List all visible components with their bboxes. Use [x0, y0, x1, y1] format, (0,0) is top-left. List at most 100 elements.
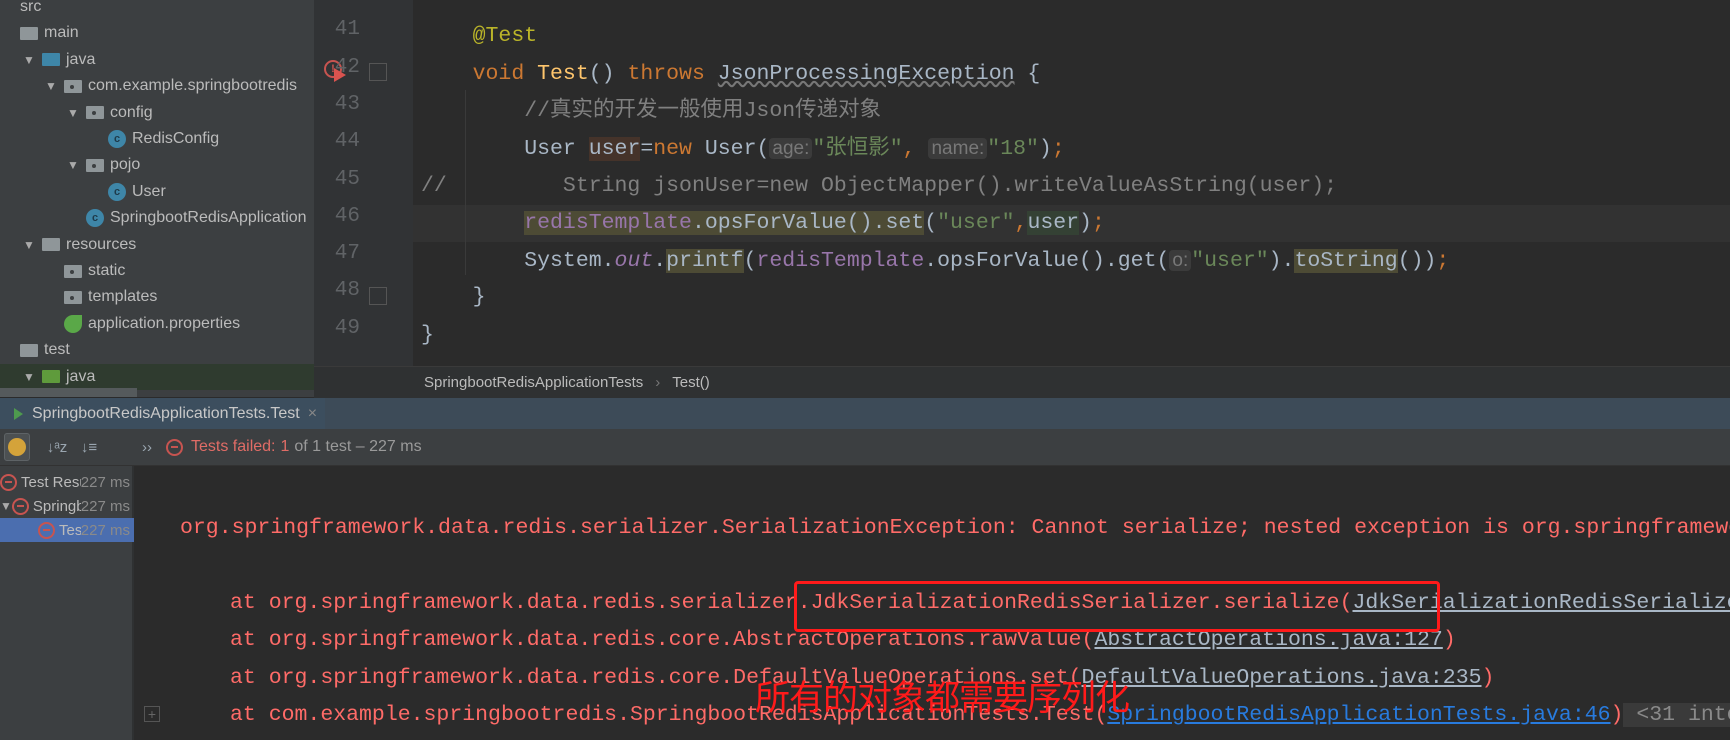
stack-frame-end: ) — [1442, 628, 1456, 653]
test-tree-item[interactable]: ▼ SpringbootRedisApplicationTests227 ms — [0, 494, 134, 518]
code-token: user — [588, 137, 641, 162]
parameter-hint: name: — [928, 138, 988, 160]
fold-icon[interactable] — [369, 63, 387, 81]
code-token: JsonProcessingException — [717, 61, 1015, 86]
run-config-icon — [14, 407, 24, 420]
expand-arrow-icon[interactable]: ▼ — [66, 106, 80, 120]
line-number: 44 — [334, 130, 360, 154]
tree-item[interactable]: ▼ java — [0, 47, 314, 73]
tree-item[interactable]: templates — [0, 284, 314, 310]
tree-item[interactable]: test — [0, 337, 314, 363]
test-duration: 227 ms — [80, 497, 130, 515]
code-line: //真实的开发一般使用Json传递对象 — [413, 93, 1730, 130]
code-line: } — [413, 279, 1730, 316]
tree-item[interactable]: static — [0, 258, 314, 284]
code-token: User — [421, 137, 589, 162]
code-line: User user=new User(age: "张恒影", name: "18")… — [413, 130, 1730, 167]
test-tree-item[interactable]: Test227 ms — [0, 518, 134, 542]
expand-arrow-icon[interactable]: ▼ — [0, 499, 12, 513]
code-editor[interactable]: @Test void Test() throws JsonProcessingE… — [413, 0, 1730, 366]
breadcrumb-class[interactable]: SpringbootRedisApplicationTests — [424, 374, 643, 391]
show-passed-toggle-icon[interactable] — [4, 433, 30, 461]
parameter-hint: o: — [1169, 250, 1192, 272]
code-token: .opsForValue().get( — [924, 249, 1170, 274]
tree-item-label: java — [66, 367, 96, 385]
tree-item[interactable]: c SpringbootRedisApplication — [0, 205, 314, 231]
code-token: , — [1014, 210, 1028, 235]
expand-arrow-icon[interactable]: ▼ — [22, 238, 36, 252]
expand-stack-icon[interactable]: + — [144, 706, 160, 722]
code-line: @Test — [413, 18, 1730, 55]
tree-item[interactable]: application.properties — [0, 311, 314, 337]
tree-item[interactable]: c RedisConfig — [0, 126, 314, 152]
tree-item[interactable]: ▼ config — [0, 100, 314, 126]
run-tab-label: SpringbootRedisApplicationTests.Test — [32, 404, 300, 422]
tests-failed-icon — [166, 438, 183, 456]
tree-item-label: templates — [88, 288, 158, 306]
close-tab-icon[interactable]: × — [308, 405, 317, 423]
stack-frame-end: ) — [1610, 702, 1624, 727]
code-token: ) — [1079, 210, 1092, 235]
sort-by-duration-icon[interactable]: ↓≡ — [76, 433, 102, 461]
run-tab[interactable]: SpringbootRedisApplicationTests.Test × — [0, 398, 325, 429]
fold-icon[interactable] — [369, 287, 387, 305]
code-token: System. — [421, 249, 615, 274]
tree-item[interactable]: ▼ java — [0, 363, 314, 390]
package-icon — [86, 106, 104, 120]
expand-arrow-icon[interactable]: ▼ — [66, 158, 80, 172]
exception-message: org.springframework.data.redis.serialize… — [180, 516, 1730, 540]
tree-item-label: RedisConfig — [132, 130, 220, 147]
code-token: "张恒影" — [812, 137, 903, 162]
code-token: , — [902, 137, 929, 162]
tree-item-label: test — [44, 341, 70, 359]
code-token: { — [1014, 61, 1041, 86]
code-token: redisTemplate — [524, 210, 692, 235]
breadcrumb-method[interactable]: Test() — [672, 374, 710, 391]
code-token: // String jsonUser=new ObjectMapper().wr… — [421, 173, 1338, 198]
tree-item[interactable]: ▼ resources — [0, 232, 314, 258]
code-token: printf — [666, 249, 744, 274]
sidebar-scrollbar[interactable] — [0, 388, 137, 397]
source-link[interactable]: SpringbootRedisApplicationTests.java:46 — [1107, 703, 1610, 727]
line-number: 43 — [334, 92, 360, 116]
tree-item[interactable]: ▼ com.example.springbootredis — [0, 73, 314, 99]
expand-arrow-icon[interactable]: ▼ — [22, 53, 36, 67]
tree-item[interactable]: src — [0, 0, 314, 20]
tree-item[interactable]: ▼ pojo — [0, 152, 314, 178]
run-tool-window-header: SpringbootRedisApplicationTests.Test × — [0, 398, 1730, 429]
internal-calls-fold[interactable]: <31 internal calls> — [1623, 702, 1730, 727]
package-icon — [86, 158, 104, 172]
tree-item-label: config — [110, 103, 153, 121]
sort-alphabetically-icon[interactable]: ↓ᵃz — [44, 433, 70, 461]
tree-item-label: main — [44, 24, 79, 42]
code-token: ()) — [1397, 249, 1437, 274]
code-line: void Test() throws JsonProcessingExcepti… — [413, 56, 1730, 93]
stack-frame-end: ) — [1481, 665, 1495, 690]
code-token: "18" — [987, 137, 1039, 162]
code-token: } — [421, 285, 486, 310]
code-token: user — [1027, 210, 1080, 235]
folder-icon — [42, 53, 60, 67]
more-actions-icon[interactable]: ›› — [134, 433, 160, 461]
spring-boot-class-icon: c — [86, 209, 104, 228]
project-tree: src main ▼ java ▼ com.example.springbootredis… — [0, 0, 314, 397]
source-link[interactable]: DefaultValueOperations.java:235 — [1082, 666, 1482, 690]
class-icon: c — [108, 130, 126, 148]
test-name: Test — [59, 521, 81, 539]
package-icon — [64, 79, 82, 93]
tree-item[interactable]: main — [0, 20, 314, 46]
test-failed-icon — [38, 521, 55, 539]
tree-item-label: src — [20, 0, 42, 15]
code-token: ( — [924, 210, 938, 235]
code-line: redisTemplate.opsForValue().set("user",u… — [413, 204, 1730, 242]
expand-arrow-icon[interactable]: ▼ — [44, 79, 58, 93]
tree-item[interactable]: c User — [0, 179, 314, 205]
folder-icon — [42, 238, 60, 252]
test-tree-item[interactable]: Test Results227 ms — [0, 470, 134, 494]
code-token: ( — [743, 249, 757, 274]
code-token: ; — [1051, 137, 1065, 162]
test-failed-icon — [11, 497, 29, 515]
expand-arrow-icon[interactable]: ▼ — [22, 370, 36, 384]
